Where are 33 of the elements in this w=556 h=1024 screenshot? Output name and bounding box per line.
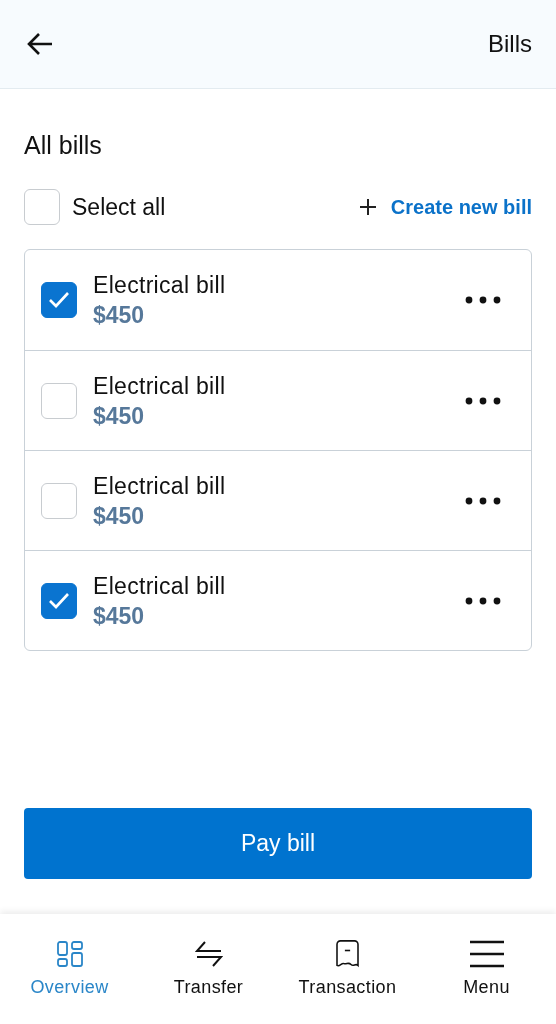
nav-tab[interactable]: Overview (0, 914, 139, 1024)
select-all-checkbox[interactable] (24, 189, 60, 225)
menu-icon (469, 940, 504, 968)
pay-bill-button[interactable]: Pay bill (24, 808, 532, 879)
bill-checkbox[interactable] (41, 582, 77, 619)
nav-tab[interactable]: Menu (417, 914, 556, 1024)
plus-icon (358, 198, 377, 216)
bill-checkbox[interactable] (41, 282, 77, 318)
bill-name: Electrical bill (93, 271, 227, 300)
bill-amount: $450 (93, 601, 146, 631)
bill-amount: $450 (93, 501, 146, 531)
bill-name: Electrical bill (93, 471, 227, 501)
receipt-icon (335, 940, 360, 968)
back-icon[interactable] (26, 32, 54, 56)
create-new-bill-link[interactable]: Create new bill (358, 192, 532, 222)
more-options-icon[interactable] (465, 396, 501, 405)
bill-amount: $450 (93, 301, 146, 330)
bill-name: Electrical bill (93, 371, 227, 401)
bill-name: Electrical bill (93, 571, 227, 601)
more-options-icon[interactable] (465, 496, 501, 505)
bill-checkbox[interactable] (41, 482, 77, 519)
nav-tab[interactable]: Transaction (278, 914, 417, 1024)
checkmark-icon (47, 290, 71, 310)
dashboard-icon (55, 940, 84, 968)
more-options-icon[interactable] (465, 296, 501, 304)
transfer-arrows-icon (194, 940, 223, 968)
select-all-label: Select all (72, 192, 166, 222)
bill-amount: $450 (93, 401, 146, 431)
section-title: All bills (24, 130, 103, 161)
more-options-icon[interactable] (465, 596, 501, 605)
bill-checkbox[interactable] (41, 382, 77, 419)
page-title: Bills (488, 29, 532, 59)
nav-tab[interactable]: Transfer (139, 914, 278, 1024)
